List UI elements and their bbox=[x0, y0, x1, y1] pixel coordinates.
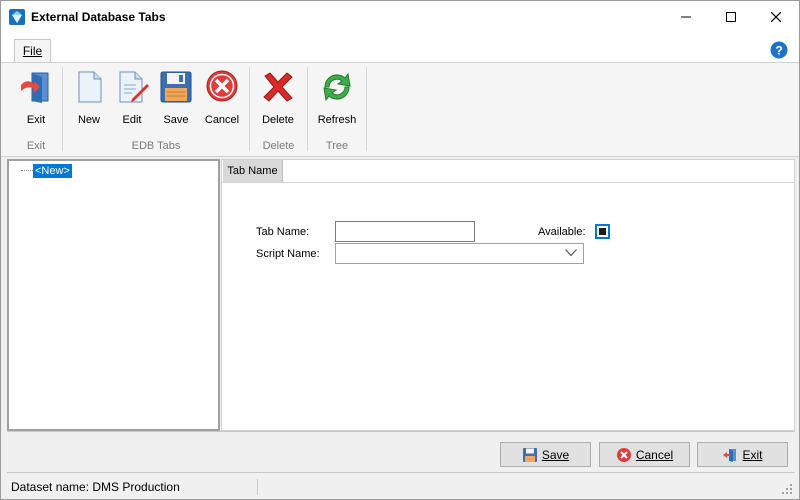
new-label: New bbox=[77, 114, 100, 126]
delete-x-icon bbox=[260, 69, 296, 105]
close-button[interactable] bbox=[753, 1, 799, 33]
tab-name-input[interactable] bbox=[335, 221, 475, 242]
cancel-ribbon-button[interactable]: Cancel bbox=[200, 69, 244, 129]
exit-button[interactable]: Exit bbox=[697, 442, 788, 467]
cancel-icon bbox=[616, 447, 631, 462]
group-label-edb-tabs: EDB Tabs bbox=[131, 140, 181, 152]
help-icon[interactable]: ? bbox=[770, 41, 788, 59]
cancel-label: Cancel bbox=[204, 114, 240, 126]
minimize-icon bbox=[681, 16, 691, 18]
status-bar: Dataset name: DMS Production bbox=[1, 475, 799, 499]
status-separator bbox=[257, 479, 258, 495]
script-name-select[interactable] bbox=[335, 243, 584, 264]
dataset-status: Dataset name: DMS Production bbox=[11, 480, 180, 494]
minimize-button[interactable] bbox=[663, 1, 709, 33]
application-window: External Database Tabs File ? Exit Exit … bbox=[0, 0, 800, 500]
title-bar: External Database Tabs bbox=[1, 1, 799, 33]
group-label-delete: Delete bbox=[262, 140, 295, 152]
maximize-button[interactable] bbox=[708, 1, 754, 33]
cancel-button[interactable]: Cancel bbox=[599, 442, 690, 467]
chevron-down-icon bbox=[565, 249, 577, 257]
new-document-icon bbox=[71, 69, 107, 105]
available-label: Available: bbox=[538, 226, 586, 238]
tab-file-label: File bbox=[22, 44, 43, 58]
floppy-disk-icon bbox=[158, 69, 194, 105]
window-title: External Database Tabs bbox=[31, 10, 166, 24]
maximize-icon bbox=[726, 12, 736, 22]
edit-document-icon bbox=[114, 69, 150, 105]
checkbox-mark bbox=[599, 228, 606, 235]
refresh-label: Refresh bbox=[317, 114, 357, 126]
svg-text:?: ? bbox=[775, 44, 782, 58]
save-label: Save bbox=[163, 114, 189, 126]
tab-file[interactable]: File bbox=[14, 39, 51, 63]
tab-tab-name[interactable]: Tab Name bbox=[223, 160, 283, 182]
group-separator bbox=[366, 67, 367, 151]
exit-label: Exit bbox=[26, 114, 46, 126]
tree-view[interactable]: <New> bbox=[7, 159, 220, 431]
save-button-label: Save bbox=[541, 447, 570, 462]
available-checkbox[interactable] bbox=[595, 224, 610, 239]
close-icon bbox=[771, 12, 781, 22]
delete-ribbon-button[interactable]: Delete bbox=[256, 69, 300, 129]
new-ribbon-button[interactable]: New bbox=[67, 69, 111, 129]
delete-label: Delete bbox=[262, 114, 294, 126]
tab-divider bbox=[222, 182, 794, 183]
edit-label: Edit bbox=[122, 114, 142, 126]
refresh-ribbon-button[interactable]: Refresh bbox=[314, 69, 360, 129]
save-button[interactable]: Save bbox=[500, 442, 591, 467]
button-bar: Save Cancel Exit bbox=[7, 431, 795, 473]
save-ribbon-button[interactable]: Save bbox=[154, 69, 198, 129]
detail-panel: Tab Name Tab Name: Available: Script Nam… bbox=[221, 159, 795, 431]
refresh-icon bbox=[319, 69, 355, 105]
edit-ribbon-button[interactable]: Edit bbox=[110, 69, 154, 129]
floppy-disk-icon bbox=[522, 447, 537, 462]
exit-ribbon-button[interactable]: Exit bbox=[14, 69, 58, 129]
exit-button-label: Exit bbox=[742, 447, 763, 462]
group-label-exit: Exit bbox=[26, 140, 46, 152]
group-separator bbox=[62, 67, 63, 151]
tab-name-label: Tab Name: bbox=[256, 226, 310, 238]
script-name-label: Script Name: bbox=[256, 248, 320, 260]
door-exit-icon bbox=[723, 448, 737, 462]
ribbon-tab-strip: File ? bbox=[1, 33, 799, 63]
group-separator bbox=[249, 67, 250, 151]
database-icon bbox=[9, 9, 25, 25]
resize-grip-icon[interactable] bbox=[781, 483, 793, 495]
door-exit-icon bbox=[18, 69, 54, 105]
group-label-tree: Tree bbox=[325, 140, 349, 152]
cancel-button-label: Cancel bbox=[635, 447, 674, 462]
group-separator bbox=[307, 67, 308, 151]
cancel-icon bbox=[204, 69, 240, 105]
ribbon: Exit Exit New Edit Save Cancel EDB Tabs … bbox=[1, 62, 799, 157]
tree-node-new[interactable]: <New> bbox=[33, 164, 72, 178]
